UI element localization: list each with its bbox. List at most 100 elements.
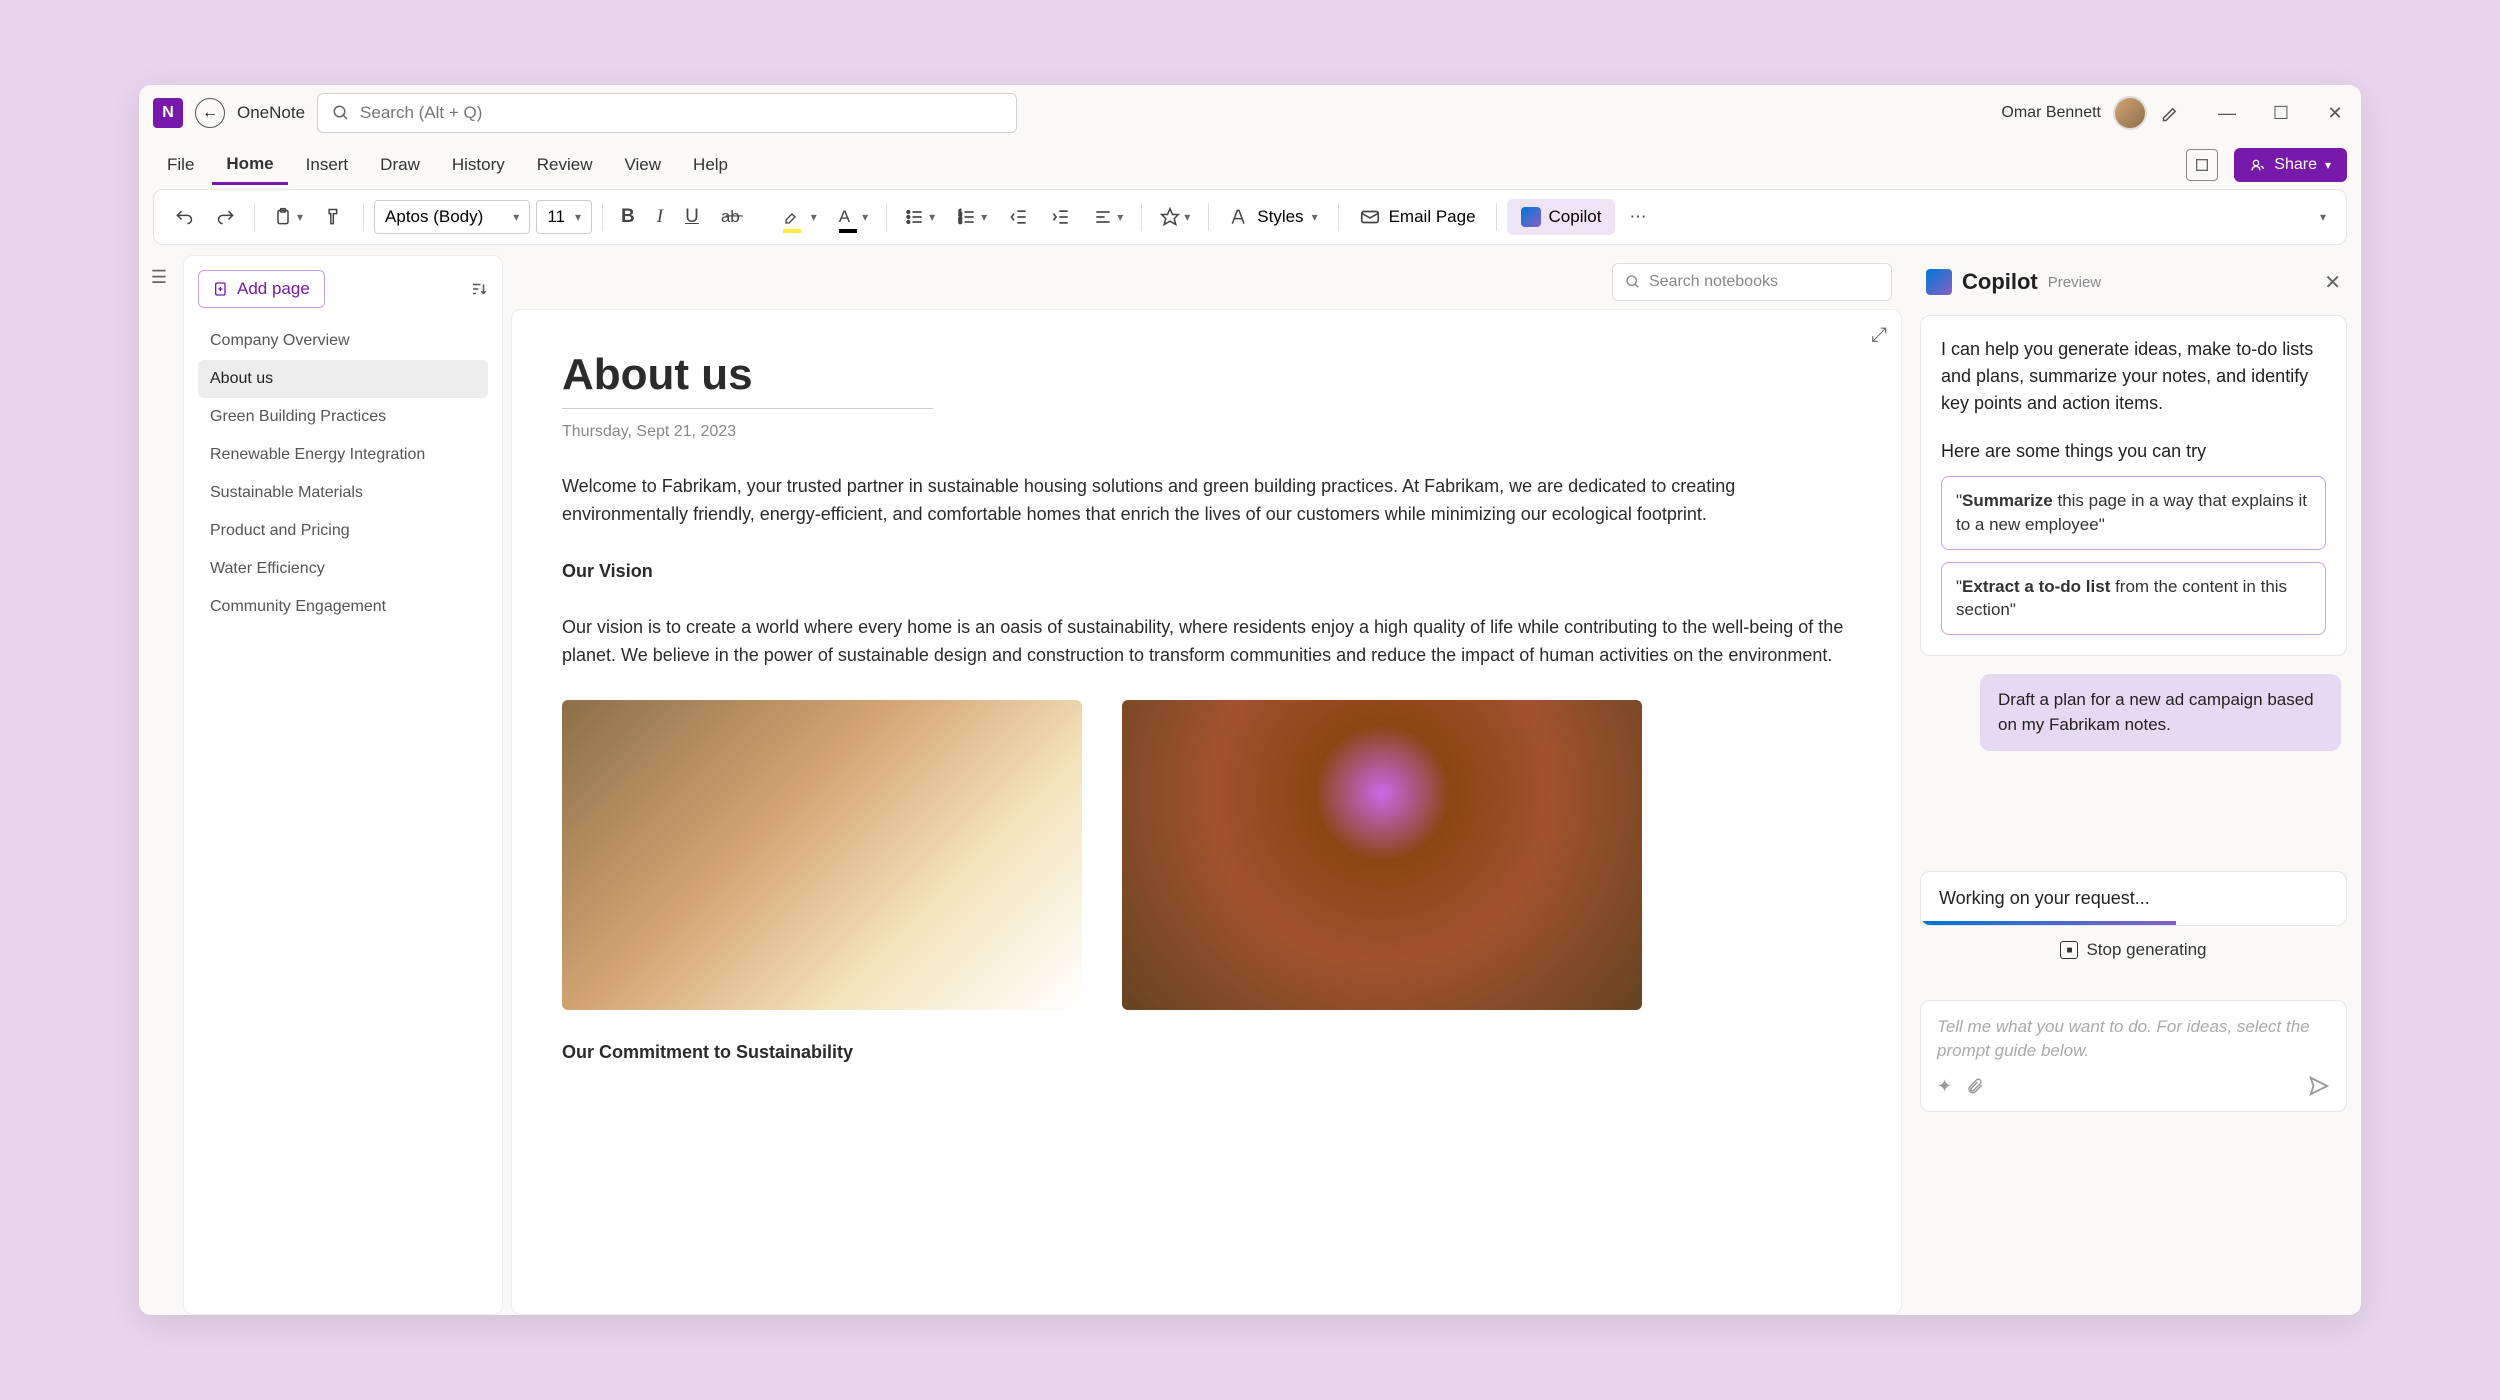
- note-text[interactable]: Welcome to Fabrikam, your trusted partne…: [562, 473, 1851, 529]
- menu-history[interactable]: History: [438, 147, 519, 183]
- page-item[interactable]: Renewable Energy Integration: [198, 436, 488, 474]
- copilot-intro-card: I can help you generate ideas, make to-d…: [1920, 315, 2347, 656]
- numbering-button[interactable]: 123▾: [949, 199, 995, 235]
- send-button[interactable]: [2308, 1075, 2330, 1097]
- user-message: Draft a plan for a new ad campaign based…: [1980, 674, 2341, 751]
- nav-toggle[interactable]: ☰: [139, 255, 179, 1315]
- bold-button[interactable]: B: [613, 199, 643, 235]
- note-image[interactable]: [1122, 700, 1642, 1010]
- sparkle-icon[interactable]: ✦: [1937, 1076, 1952, 1097]
- titlebar: N ← OneNote Omar Bennett — ☐ ✕: [139, 85, 2361, 141]
- share-button[interactable]: Share ▾: [2234, 148, 2347, 182]
- avatar[interactable]: [2113, 96, 2147, 130]
- menu-file[interactable]: File: [153, 147, 208, 183]
- redo-button[interactable]: [208, 199, 244, 235]
- bullets-button[interactable]: ▾: [897, 199, 943, 235]
- search-notebooks[interactable]: Search notebooks: [1612, 263, 1892, 301]
- page-item[interactable]: Community Engagement: [198, 588, 488, 626]
- italic-button[interactable]: I: [649, 199, 671, 235]
- close-button[interactable]: ✕: [2323, 101, 2347, 125]
- format-painter-button[interactable]: [317, 199, 353, 235]
- more-button[interactable]: ⋯: [1621, 199, 1654, 235]
- copilot-input-placeholder: Tell me what you want to do. For ideas, …: [1937, 1015, 2330, 1065]
- menu-insert[interactable]: Insert: [292, 147, 363, 183]
- note-panel: ⤢ About us Thursday, Sept 21, 2023 Welco…: [511, 309, 1902, 1315]
- strikethrough-button[interactable]: ab—: [713, 199, 769, 235]
- font-select[interactable]: Aptos (Body)▾: [374, 200, 530, 234]
- page-item[interactable]: Water Efficiency: [198, 550, 488, 588]
- back-button[interactable]: ←: [195, 98, 225, 128]
- search-input[interactable]: [360, 103, 1002, 123]
- draw-mode-icon[interactable]: [2159, 101, 2183, 125]
- progress-bar: [1921, 921, 2176, 925]
- note-images: [562, 700, 1851, 1010]
- attachment-icon[interactable]: [1966, 1077, 1984, 1095]
- indent-button[interactable]: [1043, 199, 1079, 235]
- note-heading[interactable]: Our Commitment to Sustainability: [562, 1042, 1851, 1063]
- align-button[interactable]: ▾: [1085, 199, 1131, 235]
- email-page-button[interactable]: Email Page: [1349, 200, 1486, 234]
- copilot-preview-badge: Preview: [2048, 274, 2101, 291]
- app-window: N ← OneNote Omar Bennett — ☐ ✕ File Home…: [139, 85, 2361, 1315]
- minimize-button[interactable]: —: [2215, 101, 2239, 125]
- menu-draw[interactable]: Draw: [366, 147, 434, 183]
- menu-home[interactable]: Home: [212, 146, 287, 185]
- note-heading[interactable]: Our Vision: [562, 561, 1851, 582]
- working-text: Working on your request...: [1939, 888, 2328, 909]
- page-item[interactable]: Sustainable Materials: [198, 474, 488, 512]
- menu-review[interactable]: Review: [523, 147, 607, 183]
- user-name: Omar Bennett: [2001, 104, 2101, 122]
- note-text[interactable]: Our vision is to create a world where ev…: [562, 614, 1851, 670]
- fullscreen-toggle[interactable]: [2186, 149, 2218, 181]
- tag-button[interactable]: ▾: [1152, 199, 1198, 235]
- font-color-button[interactable]: A▾: [831, 199, 876, 235]
- search-icon: [332, 104, 350, 122]
- app-icon: N: [153, 98, 183, 128]
- ribbon-collapse[interactable]: ▾: [2312, 199, 2334, 235]
- page-item[interactable]: Green Building Practices: [198, 398, 488, 436]
- copilot-panel: Copilot Preview ✕ I can help you generat…: [1906, 255, 2361, 1315]
- note-body[interactable]: About us Thursday, Sept 21, 2023 Welcome…: [512, 310, 1901, 1103]
- page-item[interactable]: About us: [198, 360, 488, 398]
- pages-panel: Add page Company Overview About us Green…: [183, 255, 503, 1315]
- page-item[interactable]: Company Overview: [198, 322, 488, 360]
- window-controls: — ☐ ✕: [2215, 101, 2347, 125]
- stop-generating-button[interactable]: ■ Stop generating: [1920, 940, 2347, 960]
- font-size-select[interactable]: 11▾: [536, 200, 592, 234]
- highlight-button[interactable]: ▾: [775, 199, 825, 235]
- menu-view[interactable]: View: [611, 147, 676, 183]
- add-page-button[interactable]: Add page: [198, 270, 325, 308]
- working-card: Working on your request...: [1920, 871, 2347, 926]
- note-date: Thursday, Sept 21, 2023: [562, 423, 1851, 441]
- content-area: ☰ Add page Company Overview About us Gre…: [139, 255, 2361, 1315]
- menu-help[interactable]: Help: [679, 147, 742, 183]
- suggestion-summarize[interactable]: "Summarize this page in a way that expla…: [1941, 476, 2326, 550]
- copilot-icon: [1521, 207, 1541, 227]
- sort-button[interactable]: [470, 280, 488, 298]
- copilot-intro-text: I can help you generate ideas, make to-d…: [1941, 336, 2326, 417]
- share-label: Share: [2274, 156, 2317, 174]
- stop-icon: ■: [2060, 941, 2078, 959]
- underline-button[interactable]: U: [677, 199, 707, 235]
- expand-button[interactable]: ⤢: [1871, 324, 1887, 347]
- menubar: File Home Insert Draw History Review Vie…: [139, 141, 2361, 189]
- undo-button[interactable]: [166, 199, 202, 235]
- copilot-header: Copilot Preview ✕: [1920, 255, 2347, 309]
- note-title[interactable]: About us: [562, 350, 933, 409]
- toolbar: ▾ Aptos (Body)▾ 11▾ B I U ab— ▾ A▾ ▾ 123…: [153, 189, 2347, 245]
- copilot-sub-text: Here are some things you can try: [1941, 441, 2326, 462]
- outdent-button[interactable]: [1001, 199, 1037, 235]
- page-item[interactable]: Product and Pricing: [198, 512, 488, 550]
- note-image[interactable]: [562, 700, 1082, 1010]
- copilot-input[interactable]: Tell me what you want to do. For ideas, …: [1920, 1000, 2347, 1112]
- search-box[interactable]: [317, 93, 1017, 133]
- styles-button[interactable]: Styles▾: [1219, 201, 1327, 233]
- copilot-close-button[interactable]: ✕: [2324, 270, 2341, 295]
- chevron-down-icon: ▾: [2325, 158, 2331, 172]
- maximize-button[interactable]: ☐: [2269, 101, 2293, 125]
- paste-button[interactable]: ▾: [265, 199, 311, 235]
- copilot-ribbon-button[interactable]: Copilot: [1507, 199, 1616, 235]
- app-name: OneNote: [237, 103, 305, 123]
- copilot-title: Copilot: [1962, 269, 2038, 295]
- suggestion-extract-todo[interactable]: "Extract a to-do list from the content i…: [1941, 562, 2326, 636]
